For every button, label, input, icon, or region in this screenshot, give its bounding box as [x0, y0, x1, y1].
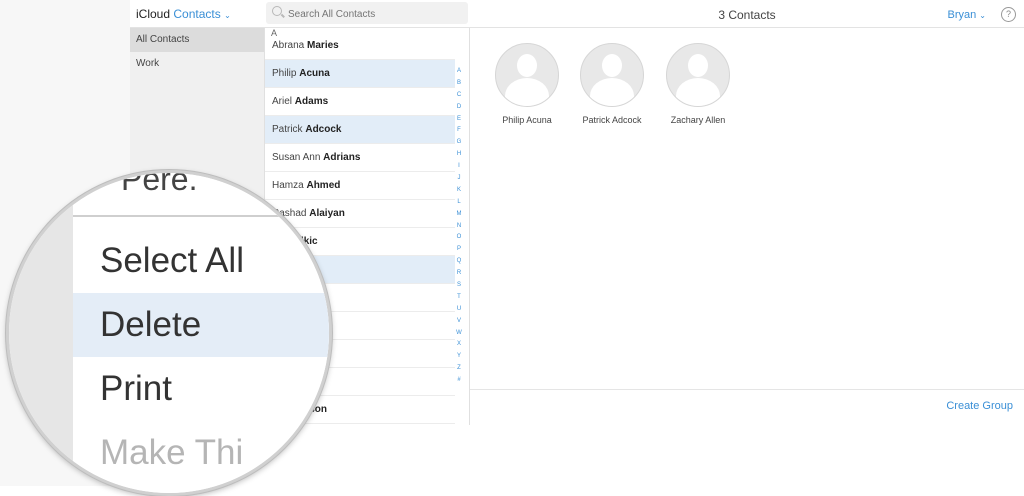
create-group-button[interactable]: Create Group [946, 400, 1013, 412]
search-input[interactable] [286, 5, 465, 23]
alphabet-index-letter[interactable]: W [453, 328, 465, 340]
chevron-down-icon[interactable]: ⌄ [224, 11, 231, 20]
alphabet-index-letter[interactable]: S [453, 280, 465, 292]
contact-row[interactable]: Abrana Maries [265, 32, 455, 60]
contact-row[interactable]: Patrick Adcock [265, 116, 455, 144]
search-box[interactable] [266, 2, 468, 24]
avatar [495, 43, 559, 107]
contact-first-name: Susan Ann [272, 152, 321, 163]
user-menu[interactable]: Bryan ⌄ [947, 9, 986, 21]
alphabet-index-letter[interactable]: L [453, 197, 465, 209]
alphabet-index-letter[interactable]: E [453, 114, 465, 126]
alphabet-index-letter[interactable]: V [453, 316, 465, 328]
contact-card[interactable]: Philip Acuna [482, 43, 572, 125]
contact-last-name: Adrians [323, 152, 361, 163]
help-button[interactable]: ? [1001, 7, 1016, 22]
footer-divider [470, 389, 1024, 390]
search-icon [272, 6, 282, 16]
menu-item-select-all[interactable]: Select All [73, 229, 329, 293]
magnified-context-menu: Pere. Select All Delete Print Make Thi [6, 170, 332, 496]
alphabet-index-letter[interactable]: I [453, 161, 465, 173]
avatar [580, 43, 644, 107]
contact-row[interactable]: Philip Acuna [265, 60, 455, 88]
alphabet-index-letter[interactable]: M [453, 209, 465, 221]
contact-first-name: Philip [272, 68, 297, 79]
context-menu: Pere. Select All Delete Print Make Thi [73, 173, 329, 493]
contact-first-name: Abrana [272, 40, 305, 51]
magnified-sidebar-strip [9, 173, 73, 493]
app-title[interactable]: iCloud Contacts ⌄ [136, 7, 231, 21]
avatar [666, 43, 730, 107]
brand-label: iCloud [136, 7, 171, 21]
top-bar: iCloud Contacts ⌄ 3 Contacts Bryan ⌄ ? [130, 0, 1024, 28]
chevron-down-icon: ⌄ [979, 11, 986, 20]
menu-item-delete[interactable]: Delete [73, 293, 329, 357]
alphabet-index-letter[interactable]: J [453, 173, 465, 185]
alphabet-index-letter[interactable]: Y [453, 351, 465, 363]
contact-row[interactable]: Ariel Adams [265, 88, 455, 116]
alphabet-index-letter[interactable]: B [453, 78, 465, 90]
detail-pane: Philip Acuna Patrick Adcock Zachary Alle… [470, 28, 1024, 425]
menu-separator [73, 215, 329, 217]
alphabet-index-letter[interactable]: N [453, 221, 465, 233]
alphabet-index[interactable]: A B C D E F G H I J K L M N O P Q R S T U V W X Y Z # [453, 66, 465, 387]
contact-first-name: Ariel [272, 96, 293, 107]
alphabet-index-letter[interactable]: O [453, 232, 465, 244]
alphabet-index-letter[interactable]: T [453, 292, 465, 304]
alphabet-index-letter[interactable]: K [453, 185, 465, 197]
alphabet-index-letter[interactable]: U [453, 304, 465, 316]
contact-card-name: Philip Acuna [502, 115, 552, 125]
contact-last-name: Maries [307, 40, 339, 51]
menu-item-make-this[interactable]: Make Thi [73, 421, 329, 485]
contact-row[interactable]: Susan Ann Adrians [265, 144, 455, 172]
contact-first-name: Patrick [272, 124, 303, 135]
alphabet-index-letter[interactable]: P [453, 244, 465, 256]
alphabet-index-letter[interactable]: A [453, 66, 465, 78]
contact-card[interactable]: Zachary Allen [653, 43, 743, 125]
alphabet-index-letter[interactable]: D [453, 102, 465, 114]
group-item-work[interactable]: Work [130, 52, 264, 76]
alphabet-index-letter[interactable]: G [453, 137, 465, 149]
group-item-all-contacts[interactable]: All Contacts [130, 28, 264, 52]
alphabet-index-letter[interactable]: R [453, 268, 465, 280]
contact-last-name: Adams [294, 96, 329, 107]
selection-count-title: 3 Contacts [718, 8, 776, 22]
alphabet-index-letter[interactable]: H [453, 149, 465, 161]
contact-last-name: Adcock [305, 124, 342, 135]
user-name: Bryan [947, 9, 977, 21]
contact-last-name: Acuna [299, 68, 330, 79]
alphabet-index-letter[interactable]: C [453, 90, 465, 102]
alphabet-index-letter[interactable]: F [453, 125, 465, 137]
menu-item-partial: Pere. [121, 170, 198, 197]
contact-card[interactable]: Patrick Adcock [567, 43, 657, 125]
alphabet-index-letter[interactable]: # [453, 375, 465, 387]
app-switcher-label[interactable]: Contacts [173, 7, 220, 21]
alphabet-index-letter[interactable]: X [453, 339, 465, 351]
contact-card-name: Patrick Adcock [582, 115, 642, 125]
contact-card-name: Zachary Allen [670, 115, 726, 125]
alphabet-index-letter[interactable]: Q [453, 256, 465, 268]
menu-item-print[interactable]: Print [73, 357, 329, 421]
alphabet-index-letter[interactable]: Z [453, 363, 465, 375]
